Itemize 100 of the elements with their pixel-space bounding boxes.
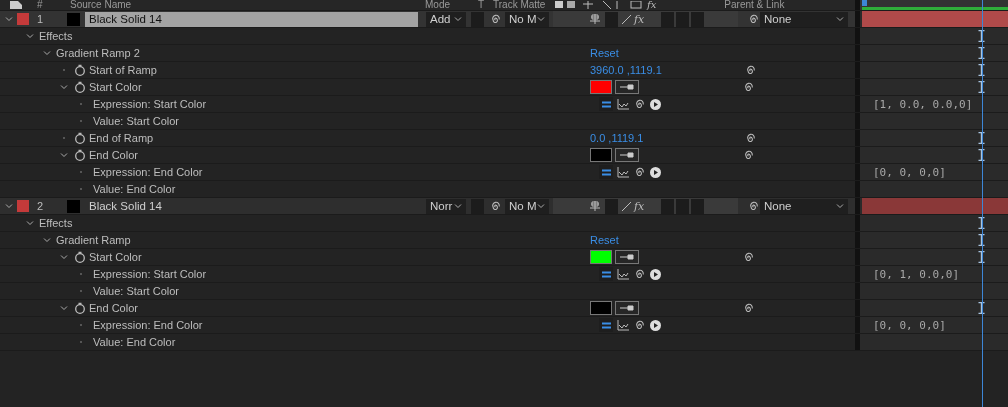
keyframe-marker-icon[interactable] — [978, 30, 985, 42]
play-icon[interactable] — [650, 166, 661, 178]
shy-icon[interactable] — [589, 13, 601, 25]
eyedropper-button[interactable] — [615, 80, 639, 94]
track-matte-dropdown[interactable]: No M — [505, 198, 549, 214]
chevron-icon[interactable] — [60, 253, 68, 261]
chevron-icon[interactable] — [836, 202, 844, 210]
effects-switch[interactable]: fx — [634, 199, 645, 213]
spiral-icon[interactable] — [490, 200, 501, 212]
stopwatch-icon[interactable] — [74, 64, 86, 76]
eyedropper-button[interactable] — [615, 148, 639, 162]
spiral-icon[interactable] — [634, 319, 645, 331]
keyframe-marker-icon[interactable] — [978, 234, 985, 246]
keyframe-marker-icon[interactable] — [978, 64, 985, 76]
spiral-icon[interactable] — [634, 98, 645, 110]
chevron-icon[interactable] — [537, 202, 545, 210]
reset-link[interactable]: Reset — [590, 47, 762, 59]
property-value[interactable]: 0.0 ,1119.1 — [590, 132, 745, 144]
stopwatch-icon[interactable] — [74, 302, 86, 314]
spiral-icon[interactable] — [743, 251, 754, 263]
column-header[interactable]: Track Matte — [493, 1, 555, 9]
chevron-icon[interactable] — [537, 15, 545, 23]
chevron-icon[interactable] — [60, 83, 68, 91]
layer-name[interactable]: Black Solid 14 — [85, 11, 418, 27]
label-color[interactable] — [17, 200, 29, 212]
spiral-icon[interactable] — [748, 200, 759, 212]
spiral-icon[interactable] — [490, 13, 501, 25]
chevron-icon[interactable] — [454, 202, 462, 210]
column-header[interactable]: Parent & Link — [724, 1, 785, 9]
tag-icon[interactable] — [10, 1, 22, 9]
color-swatch[interactable] — [590, 250, 612, 264]
spiral-icon[interactable] — [745, 132, 756, 144]
adjustment-toggle[interactable] — [691, 11, 705, 27]
layer-name[interactable]: Black Solid 14 — [85, 198, 418, 214]
property-value[interactable]: 3960.0 ,1119.1 — [590, 64, 745, 76]
keyframe-marker-icon[interactable] — [978, 217, 985, 229]
play-icon[interactable] — [650, 98, 661, 110]
chevron-icon[interactable] — [43, 49, 51, 57]
shy-icon[interactable] — [589, 200, 601, 212]
play-icon[interactable] — [650, 268, 661, 280]
eyedropper-button[interactable] — [615, 301, 639, 315]
expression-toggle[interactable] — [599, 267, 613, 281]
column-header[interactable]: # — [37, 1, 70, 9]
color-swatch[interactable] — [590, 80, 612, 94]
spiral-icon[interactable] — [634, 268, 645, 280]
collapse-toggle[interactable] — [605, 11, 618, 27]
label-color[interactable] — [17, 13, 29, 25]
expression-toggle[interactable] — [599, 318, 613, 332]
motion-blur-toggle[interactable] — [676, 198, 690, 214]
chevron-icon[interactable] — [836, 15, 844, 23]
chevron-icon[interactable] — [5, 202, 13, 210]
chevron-icon[interactable] — [26, 32, 34, 40]
graph-icon[interactable] — [617, 166, 629, 178]
stopwatch-icon[interactable] — [74, 81, 86, 93]
chevron-icon[interactable] — [60, 304, 68, 312]
keyframe-marker-icon[interactable] — [978, 251, 985, 263]
parent-dropdown[interactable]: None — [760, 198, 848, 214]
keyframe-marker-icon[interactable] — [978, 81, 985, 93]
spiral-icon[interactable] — [634, 166, 645, 178]
expression-toggle[interactable] — [599, 97, 613, 111]
motion-blur-toggle[interactable] — [676, 11, 690, 27]
effects-switch[interactable]: fx — [634, 12, 645, 26]
column-header[interactable]: T — [478, 1, 493, 9]
color-swatch[interactable] — [590, 301, 612, 315]
keyframe-marker-icon[interactable] — [978, 47, 985, 59]
spiral-icon[interactable] — [743, 302, 754, 314]
chevron-icon[interactable] — [43, 236, 51, 244]
keyframe-marker-icon[interactable] — [978, 132, 985, 144]
preserve-transparency-toggle[interactable] — [471, 11, 484, 27]
eyedropper-button[interactable] — [615, 250, 639, 264]
column-header[interactable]: Source Name — [70, 1, 425, 9]
chevron-icon[interactable] — [454, 15, 462, 23]
adjustment-toggle[interactable] — [691, 198, 705, 214]
frame-blend-toggle[interactable] — [661, 198, 675, 214]
column-header[interactable]: Mode — [425, 1, 478, 9]
keyframe-marker-icon[interactable] — [978, 302, 985, 314]
mode-dropdown[interactable]: Add — [426, 11, 466, 27]
chevron-icon[interactable] — [26, 219, 34, 227]
column-header[interactable]: fx — [647, 1, 657, 9]
graph-icon[interactable] — [617, 98, 629, 110]
color-swatch[interactable] — [590, 148, 612, 162]
stopwatch-icon[interactable] — [74, 132, 86, 144]
spiral-icon[interactable] — [743, 81, 754, 93]
reset-link[interactable]: Reset — [590, 234, 762, 246]
stopwatch-icon[interactable] — [74, 251, 86, 263]
chevron-icon[interactable] — [5, 15, 13, 23]
stopwatch-icon[interactable] — [74, 149, 86, 161]
collapse-toggle[interactable] — [605, 198, 618, 214]
expression-toggle[interactable] — [599, 165, 613, 179]
keyframe-marker-icon[interactable] — [978, 149, 985, 161]
play-icon[interactable] — [650, 319, 661, 331]
mode-dropdown[interactable]: Norr — [426, 198, 466, 214]
graph-icon[interactable] — [617, 268, 629, 280]
graph-icon[interactable] — [617, 319, 629, 331]
chevron-icon[interactable] — [60, 151, 68, 159]
frame-blend-toggle[interactable] — [661, 11, 675, 27]
spiral-icon[interactable] — [748, 13, 759, 25]
spiral-icon[interactable] — [745, 64, 756, 76]
spiral-icon[interactable] — [743, 149, 754, 161]
track-matte-dropdown[interactable]: No M — [505, 11, 549, 27]
